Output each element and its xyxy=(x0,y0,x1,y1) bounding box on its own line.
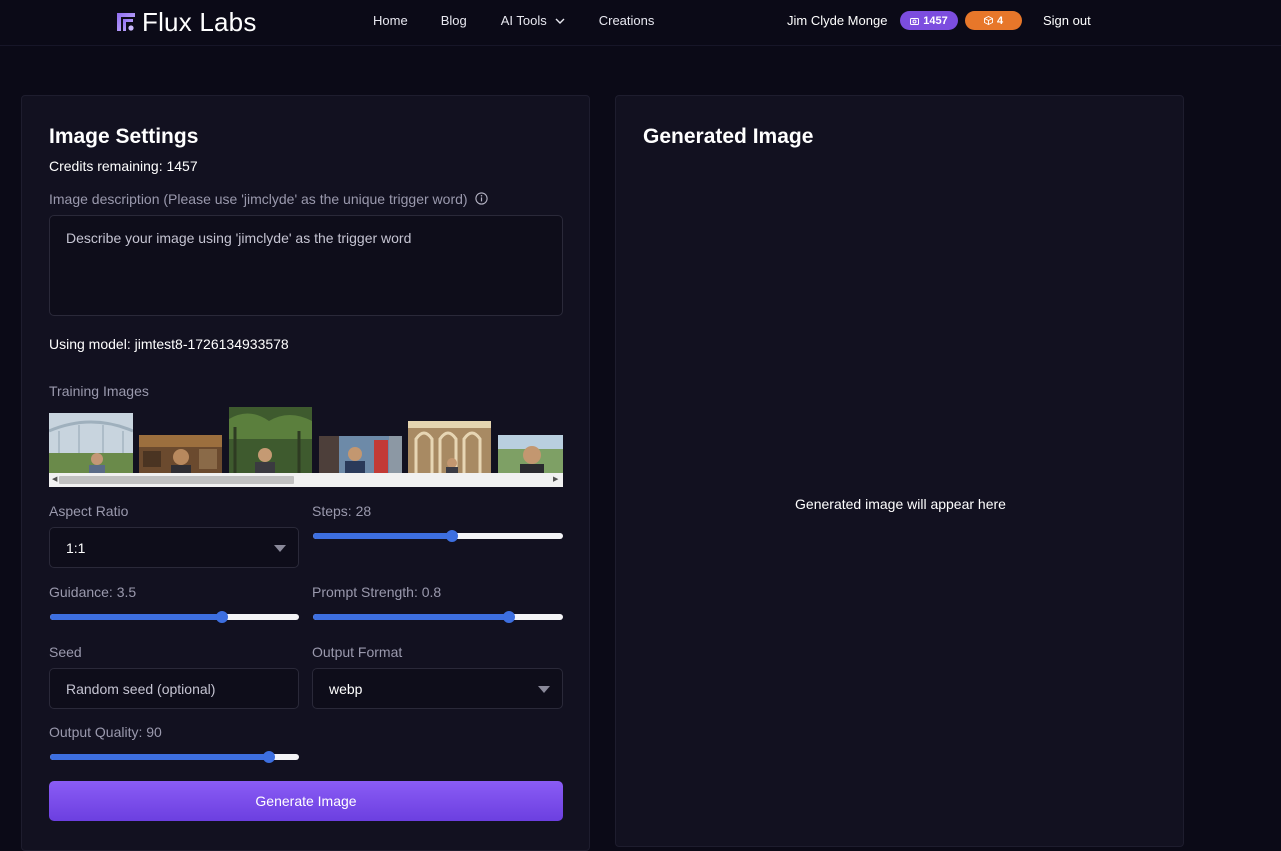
prompt-strength-label: Prompt Strength: 0.8 xyxy=(312,584,442,600)
camera-icon xyxy=(910,17,920,25)
user-name: Jim Clyde Monge xyxy=(787,13,888,28)
guidance-slider-handle[interactable] xyxy=(216,611,228,623)
training-images-strip[interactable]: ◀ ▶ xyxy=(49,407,563,487)
nav-link-creations[interactable]: Creations xyxy=(599,13,655,28)
generated-image-placeholder: Generated image will appear here xyxy=(795,496,1006,512)
training-images-scrollbar[interactable]: ◀ ▶ xyxy=(49,473,563,487)
nav-link-blog[interactable]: Blog xyxy=(441,13,467,28)
training-image-thumb xyxy=(319,436,402,473)
steps-slider[interactable] xyxy=(313,530,563,542)
credits-remaining: Credits remaining: 1457 xyxy=(49,158,198,174)
output-quality-slider[interactable] xyxy=(50,751,299,763)
guidance-slider-fill xyxy=(50,614,222,620)
training-image-thumb xyxy=(229,407,312,473)
guidance-label: Guidance: 3.5 xyxy=(49,584,137,600)
training-image-thumb xyxy=(139,435,222,473)
prompt-strength-slider[interactable] xyxy=(313,611,563,623)
steps-label: Steps: 28 xyxy=(312,503,372,519)
sign-out-link[interactable]: Sign out xyxy=(1043,13,1091,28)
steps-slider-fill xyxy=(313,533,452,539)
nav-link-ai-tools-label: AI Tools xyxy=(500,13,547,28)
scroll-right-arrow-icon[interactable]: ▶ xyxy=(553,476,558,484)
brand-logo[interactable]: Flux Labs xyxy=(116,6,257,37)
image-description-placeholder: Describe your image using 'jimclyde' as … xyxy=(66,230,412,246)
model-info: Using model: jimtest8-1726134933578 xyxy=(49,336,289,352)
models-badge-count: 4 xyxy=(996,14,1004,27)
generated-image-title: Generated Image xyxy=(643,125,814,148)
training-image-thumb xyxy=(49,413,133,473)
aspect-ratio-label: Aspect Ratio xyxy=(49,503,129,519)
guidance-slider[interactable] xyxy=(50,611,299,623)
seed-label: Seed xyxy=(49,644,82,660)
seed-input[interactable]: Random seed (optional) xyxy=(49,668,299,709)
image-settings-panel: Image Settings Credits remaining: 1457 I… xyxy=(21,95,590,851)
flux-logo-icon xyxy=(117,13,135,31)
prompt-strength-slider-handle[interactable] xyxy=(503,611,515,623)
nav-links: Home Blog AI Tools Creations xyxy=(373,13,654,28)
caret-down-icon xyxy=(274,545,286,552)
nav-link-ai-tools[interactable]: AI Tools xyxy=(501,13,565,28)
generate-image-button[interactable]: Generate Image xyxy=(49,781,563,821)
output-quality-label: Output Quality: 90 xyxy=(49,724,162,740)
brand-name: Flux Labs xyxy=(142,6,257,37)
scrollbar-thumb[interactable] xyxy=(59,476,294,484)
credits-badge-count: 1457 xyxy=(923,14,948,27)
info-icon[interactable] xyxy=(475,192,488,205)
image-description-input[interactable]: Describe your image using 'jimclyde' as … xyxy=(49,215,563,316)
credits-badge[interactable]: 1457 xyxy=(900,11,958,30)
steps-slider-handle[interactable] xyxy=(446,530,458,542)
training-images-label: Training Images xyxy=(49,383,149,399)
cube-icon xyxy=(983,16,993,25)
output-format-value: webp xyxy=(329,681,363,697)
generated-image-panel: Generated Image Generated image will app… xyxy=(615,95,1184,847)
chevron-down-icon xyxy=(555,18,565,24)
scroll-left-arrow-icon[interactable]: ◀ xyxy=(52,476,57,484)
output-format-label: Output Format xyxy=(312,644,403,660)
aspect-ratio-select[interactable]: 1:1 xyxy=(49,527,299,568)
training-image-thumb xyxy=(498,435,563,473)
description-label: Image description (Please use 'jimclyde'… xyxy=(49,191,468,207)
seed-placeholder: Random seed (optional) xyxy=(66,681,216,697)
output-format-select[interactable]: webp xyxy=(312,668,563,709)
output-quality-slider-fill xyxy=(50,754,269,760)
training-image-thumb xyxy=(408,421,491,473)
settings-title: Image Settings xyxy=(49,125,199,148)
nav-link-home[interactable]: Home xyxy=(373,13,408,28)
caret-down-icon xyxy=(538,686,550,693)
top-nav: Flux Labs Home Blog AI Tools Creations J… xyxy=(0,0,1281,46)
models-badge[interactable]: 4 xyxy=(965,11,1022,30)
aspect-ratio-value: 1:1 xyxy=(66,540,86,556)
prompt-strength-slider-fill xyxy=(313,614,509,620)
output-quality-slider-handle[interactable] xyxy=(263,751,275,763)
